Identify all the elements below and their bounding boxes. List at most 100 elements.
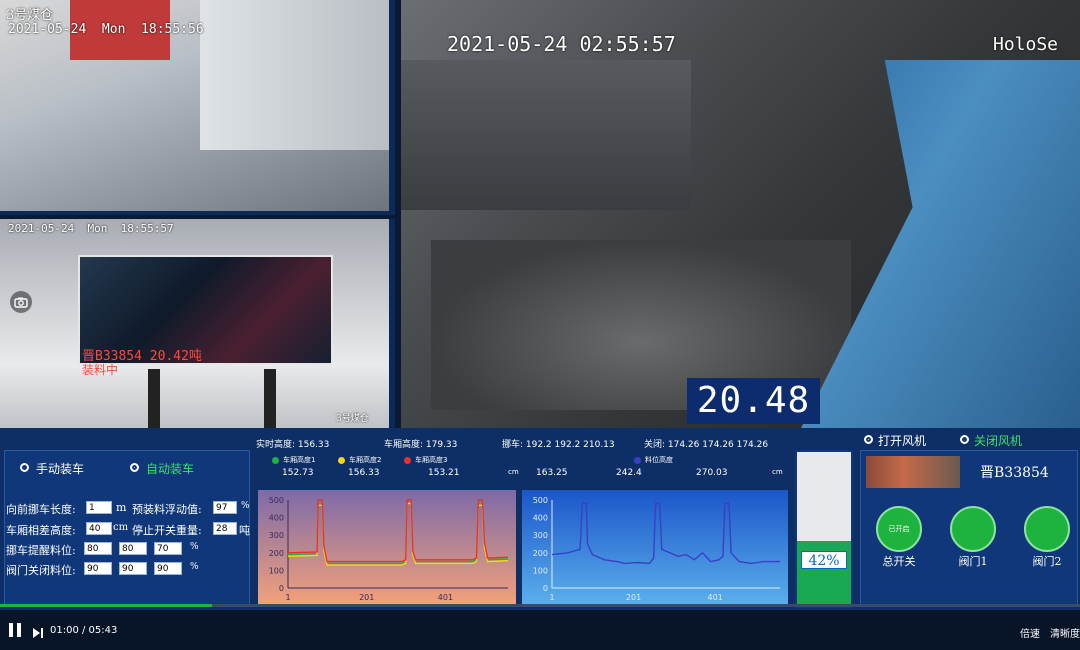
- move-warning-input-3[interactable]: 70: [154, 542, 182, 555]
- fan-close-radio[interactable]: [960, 435, 969, 444]
- legend-swatch: [272, 456, 279, 464]
- height-diff-label: 车厢相差高度:: [6, 524, 76, 537]
- valve-close-unit: %: [190, 562, 199, 572]
- y-tick-label: 500: [533, 496, 548, 505]
- fan-close-label[interactable]: 关闭风机: [974, 432, 1022, 449]
- manual-mode-label[interactable]: 手动装车: [36, 460, 84, 477]
- camera-view-loading[interactable]: 2021-05-24 02:55:57 HoloSe: [401, 0, 1080, 428]
- video-time: 01:00 / 05:43: [50, 625, 118, 636]
- pause-icon[interactable]: [8, 622, 22, 638]
- valve-close-input-3[interactable]: 90: [154, 562, 182, 575]
- y-tick-label: 100: [533, 566, 548, 575]
- master-switch-button[interactable]: 已开启: [876, 506, 922, 552]
- stop-weight-input[interactable]: 28: [213, 522, 237, 535]
- chute-wall: [401, 60, 691, 210]
- camera-timestamp: 2021-05-24 Mon 18:55:57: [8, 222, 174, 235]
- camera-snapshot-icon[interactable]: [10, 291, 32, 313]
- fan-open-label[interactable]: 打开风机: [878, 432, 926, 449]
- camera-timestamp: 2021-05-24 Mon 18:55:56: [8, 22, 204, 37]
- sign-post: [264, 369, 276, 428]
- legend-item: 车厢高度3: [404, 455, 447, 465]
- master-switch-label: 总开关: [882, 555, 916, 568]
- y-tick-label: 400: [269, 514, 284, 523]
- carriage-height-chart: 500 400 300 200 100 01 201 401: [258, 490, 516, 606]
- manual-mode-radio[interactable]: [20, 463, 29, 472]
- carriage-height-readout: 车厢高度: 179.33: [384, 440, 458, 450]
- gauge-percent: 42%: [801, 551, 847, 570]
- move-length-input[interactable]: 1: [86, 501, 112, 514]
- move-warning-unit: %: [190, 542, 199, 552]
- move-readout: 挪车: 192.2 192.2 210.13: [502, 440, 615, 450]
- valve-close-input-1[interactable]: 90: [84, 562, 112, 575]
- y-tick-label: 200: [269, 549, 284, 558]
- video-player-bar: 01:00 / 05:43 倍速 清晰度: [0, 610, 1080, 650]
- height-diff-unit: cm: [113, 522, 129, 533]
- material-level-chart: 500 400 300 200 100 01 201 401: [522, 490, 788, 606]
- x-tick-label: 401: [438, 593, 453, 602]
- y-tick-label: 0: [543, 584, 548, 593]
- truck-thumbnail: [866, 456, 960, 488]
- camera-view-sign[interactable]: 2021-05-24 Mon 18:55:57 晋B33854 20.42吨 装…: [0, 219, 395, 428]
- legend-unit: cm: [772, 468, 783, 476]
- valve1-label: 阀门1: [958, 555, 988, 568]
- valve2-button[interactable]: [1024, 506, 1070, 552]
- y-tick-label: 300: [269, 531, 284, 540]
- move-length-unit: m: [116, 501, 127, 514]
- camera-view-bay[interactable]: 3号煤仓 2021-05-24 Mon 18:55:56: [0, 0, 395, 215]
- legend-item: 料位高度: [634, 455, 673, 465]
- y-tick-label: 200: [533, 549, 548, 558]
- legend-value: 270.03: [696, 468, 728, 478]
- truck-plate: 晋B33854: [980, 465, 1049, 481]
- stop-weight-unit: 吨: [239, 524, 250, 537]
- camera-label: 3号煤仓: [6, 8, 54, 23]
- legend-value: 156.33: [348, 468, 380, 478]
- camera-timestamp: 2021-05-24 02:55:57: [447, 32, 676, 56]
- x-tick-label: 1: [549, 593, 554, 602]
- valve-close-input-2[interactable]: 90: [119, 562, 147, 575]
- valve-close-label: 阀门关闭料位:: [6, 564, 76, 577]
- camera-brand-watermark: HoloSe: [993, 34, 1059, 55]
- legend-value: 242.4: [616, 468, 642, 478]
- fill-level-gauge: 42%: [795, 450, 853, 608]
- legend-swatch: [404, 456, 411, 464]
- legend-value: 153.21: [428, 468, 460, 478]
- playback-speed-button[interactable]: 倍速: [1020, 625, 1040, 640]
- weight-readout: 20.48: [687, 378, 820, 424]
- next-frame-icon[interactable]: [32, 624, 44, 638]
- move-length-label: 向前挪车长度:: [6, 503, 76, 516]
- valve2-label: 阀门2: [1032, 555, 1062, 568]
- video-quality-button[interactable]: 清晰度: [1050, 625, 1080, 640]
- move-warning-input-2[interactable]: 80: [119, 542, 147, 555]
- video-progress-fill: [0, 604, 212, 607]
- x-tick-label: 201: [626, 593, 641, 602]
- stop-weight-label: 停止开关重量:: [132, 524, 202, 537]
- preload-label: 预装料浮动值:: [132, 503, 202, 516]
- legend-value: 152.73: [282, 468, 314, 478]
- valve1-button[interactable]: [950, 506, 996, 552]
- preload-unit: %: [241, 501, 250, 511]
- preload-input[interactable]: 97: [213, 501, 237, 514]
- y-tick-label: 300: [533, 531, 548, 540]
- y-tick-label: 500: [269, 496, 284, 505]
- height-diff-input[interactable]: 40: [86, 522, 112, 535]
- camera-label: 3号煤仓: [336, 414, 369, 424]
- legend-value: 163.25: [536, 468, 568, 478]
- x-tick-label: 201: [359, 593, 374, 602]
- close-readout: 关闭: 174.26 174.26 174.26: [644, 440, 769, 450]
- fan-open-radio[interactable]: [864, 435, 873, 444]
- x-tick-label: 1: [285, 593, 290, 602]
- y-tick-label: 0: [279, 584, 284, 593]
- y-tick-label: 100: [269, 566, 284, 575]
- video-progress-track[interactable]: [0, 604, 1080, 607]
- sign-post: [148, 369, 160, 428]
- legend-unit: cm: [508, 468, 519, 476]
- auto-mode-label[interactable]: 自动装车: [146, 460, 194, 477]
- legend-item: 车厢高度2: [338, 455, 381, 465]
- move-warning-input-1[interactable]: 80: [84, 542, 112, 555]
- move-warning-label: 挪车提醒料位:: [6, 544, 76, 557]
- x-tick-label: 401: [708, 593, 723, 602]
- y-tick-label: 400: [533, 514, 548, 523]
- led-status-text: 装料中: [82, 363, 119, 377]
- legend-swatch: [634, 456, 641, 464]
- auto-mode-radio[interactable]: [130, 463, 139, 472]
